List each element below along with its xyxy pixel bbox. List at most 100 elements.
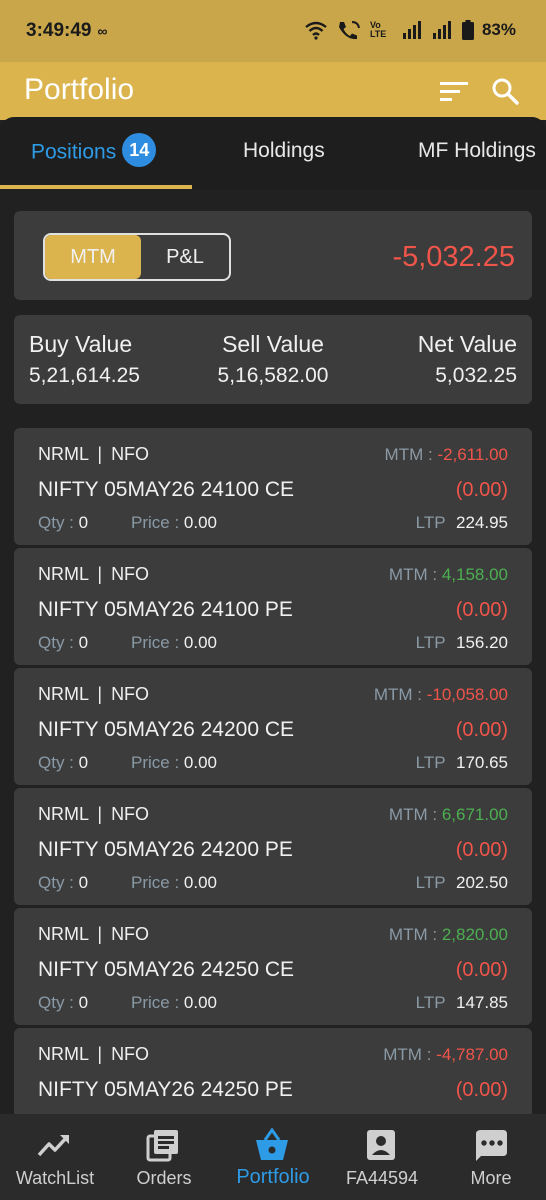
tab-mf-holdings[interactable]: MF Holdings [418,139,536,163]
infinity-icon: ∞ [97,23,108,39]
position-card[interactable]: NRML | NFO MTM : 4,158.00 NIFTY 05MAY26 … [14,548,532,665]
battery-percent: 83% [481,20,516,39]
qty-label: Qty : [38,753,74,772]
position-ltp: LTP 147.85 [416,993,508,1013]
positions-list[interactable]: NRML | NFO MTM : -2,611.00 NIFTY 05MAY26… [0,420,546,1114]
toggle-mtm[interactable]: MTM [45,235,141,279]
position-qty: Qty : 0 [38,993,88,1013]
position-qty: Qty : 0 [38,873,88,893]
product-type: NRML [38,444,89,464]
separator: | [97,804,103,824]
exchange-name: NFO [111,804,150,824]
ltp-label: LTP [415,753,446,772]
nav-orders-label: Orders [136,1168,192,1188]
tab-positions[interactable]: Positions 14 [31,133,157,167]
position-card[interactable]: NRML | NFO MTM : 2,820.00 NIFTY 05MAY26 … [14,908,532,1025]
position-price: Price : 0.00 [131,993,217,1013]
separator: | [97,924,103,944]
signal-icon-2 [432,21,451,39]
price-label: Price : [131,513,180,532]
tab-bar: Positions 14 Holdings MF Holdings [0,117,546,189]
nav-more[interactable]: More [436,1114,546,1200]
ltp-label: LTP [415,633,446,652]
separator: | [97,564,103,584]
qty-label: Qty : [38,873,74,892]
mtm-value: 2,820.00 [441,925,508,944]
position-pnl: (0.00) [455,479,508,501]
price-value: 0.00 [183,513,218,532]
product-type: NRML [38,924,89,944]
position-qty: Qty : 0 [38,753,88,773]
position-mtm: MTM : 6,671.00 [389,805,508,825]
position-card[interactable]: NRML | NFO MTM : -10,058.00 NIFTY 05MAY2… [14,668,532,785]
ltp-label: LTP [415,993,446,1012]
position-card[interactable]: NRML | NFO MTM : -4,787.00 NIFTY 05MAY26… [14,1028,532,1114]
wifi-calling-icon [338,21,360,40]
position-symbol: NIFTY 05MAY26 24100 CE [38,478,295,501]
price-label: Price : [131,993,180,1012]
toggle-pnl[interactable]: P&L [141,235,229,279]
exchange-name: NFO [111,924,150,944]
page-title: Portfolio [24,73,135,106]
nav-watchlist[interactable]: WatchList [0,1114,110,1200]
tab-holdings[interactable]: Holdings [243,139,325,163]
mtm-label: MTM : [388,925,438,944]
position-pnl: (0.00) [455,599,508,621]
orders-icon [146,1130,178,1162]
nav-account-label: FA44594 [345,1168,419,1188]
nav-account[interactable]: FA44594 [327,1114,437,1200]
position-price: Price : 0.00 [131,633,217,653]
sort-icon[interactable] [438,78,470,104]
nav-portfolio-label: Portfolio [236,1166,310,1188]
position-product: NRML | NFO [38,564,149,585]
bottom-navigation: WatchList Orders Portfolio FA44594 More [0,1114,546,1200]
net-value: Net Value 5,032.25 [418,331,517,388]
qty-value: 0 [78,993,89,1012]
price-value: 0.00 [183,993,218,1012]
nav-orders[interactable]: Orders [109,1114,219,1200]
trending-up-icon [37,1135,69,1157]
battery-icon [461,20,474,40]
ltp-value: 202.50 [456,873,508,892]
mtm-value: -2,611.00 [437,445,508,464]
position-ltp: LTP 156.20 [416,633,508,653]
wifi-icon [305,21,327,40]
mtm-value: -4,787.00 [436,1045,508,1064]
qty-label: Qty : [38,513,74,532]
position-symbol: NIFTY 05MAY26 24200 CE [38,718,295,741]
position-mtm: MTM : -4,787.00 [383,1045,508,1065]
exchange-name: NFO [111,564,150,584]
position-symbol: NIFTY 05MAY26 24250 PE [38,1078,293,1101]
qty-value: 0 [78,513,89,532]
net-value-amount: 5,032.25 [435,364,517,387]
position-ltp: LTP 224.95 [416,513,508,533]
status-icons: Vo LTE 83% [304,19,516,41]
position-card[interactable]: NRML | NFO MTM : 6,671.00 NIFTY 05MAY26 … [14,788,532,905]
mtm-label: MTM : [388,565,438,584]
position-ltp: LTP 170.65 [416,753,508,773]
qty-value: 0 [78,753,89,772]
position-qty: Qty : 0 [38,633,88,653]
mtm-value: -10,058.00 [426,685,508,704]
position-price: Price : 0.00 [131,513,217,533]
search-icon[interactable] [490,76,520,106]
mtm-total-value: -5,032.25 [392,241,515,273]
ltp-value: 224.95 [456,513,508,532]
nav-portfolio[interactable]: Portfolio [218,1114,328,1200]
position-mtm: MTM : -2,611.00 [385,445,508,465]
ltp-label: LTP [415,513,446,532]
account-icon [367,1130,395,1160]
mtm-pnl-toggle: MTM P&L [43,233,231,281]
product-type: NRML [38,564,89,584]
price-value: 0.00 [183,753,218,772]
position-card[interactable]: NRML | NFO MTM : -2,611.00 NIFTY 05MAY26… [14,428,532,545]
product-type: NRML [38,1044,89,1064]
position-mtm: MTM : 2,820.00 [389,925,508,945]
more-icon [476,1130,507,1161]
position-ltp: LTP 202.50 [416,873,508,893]
position-mtm: MTM : -10,058.00 [374,685,508,705]
separator: | [97,444,103,464]
exchange-name: NFO [111,684,150,704]
exchange-name: NFO [111,1044,150,1064]
mtm-label: MTM : [384,445,433,464]
